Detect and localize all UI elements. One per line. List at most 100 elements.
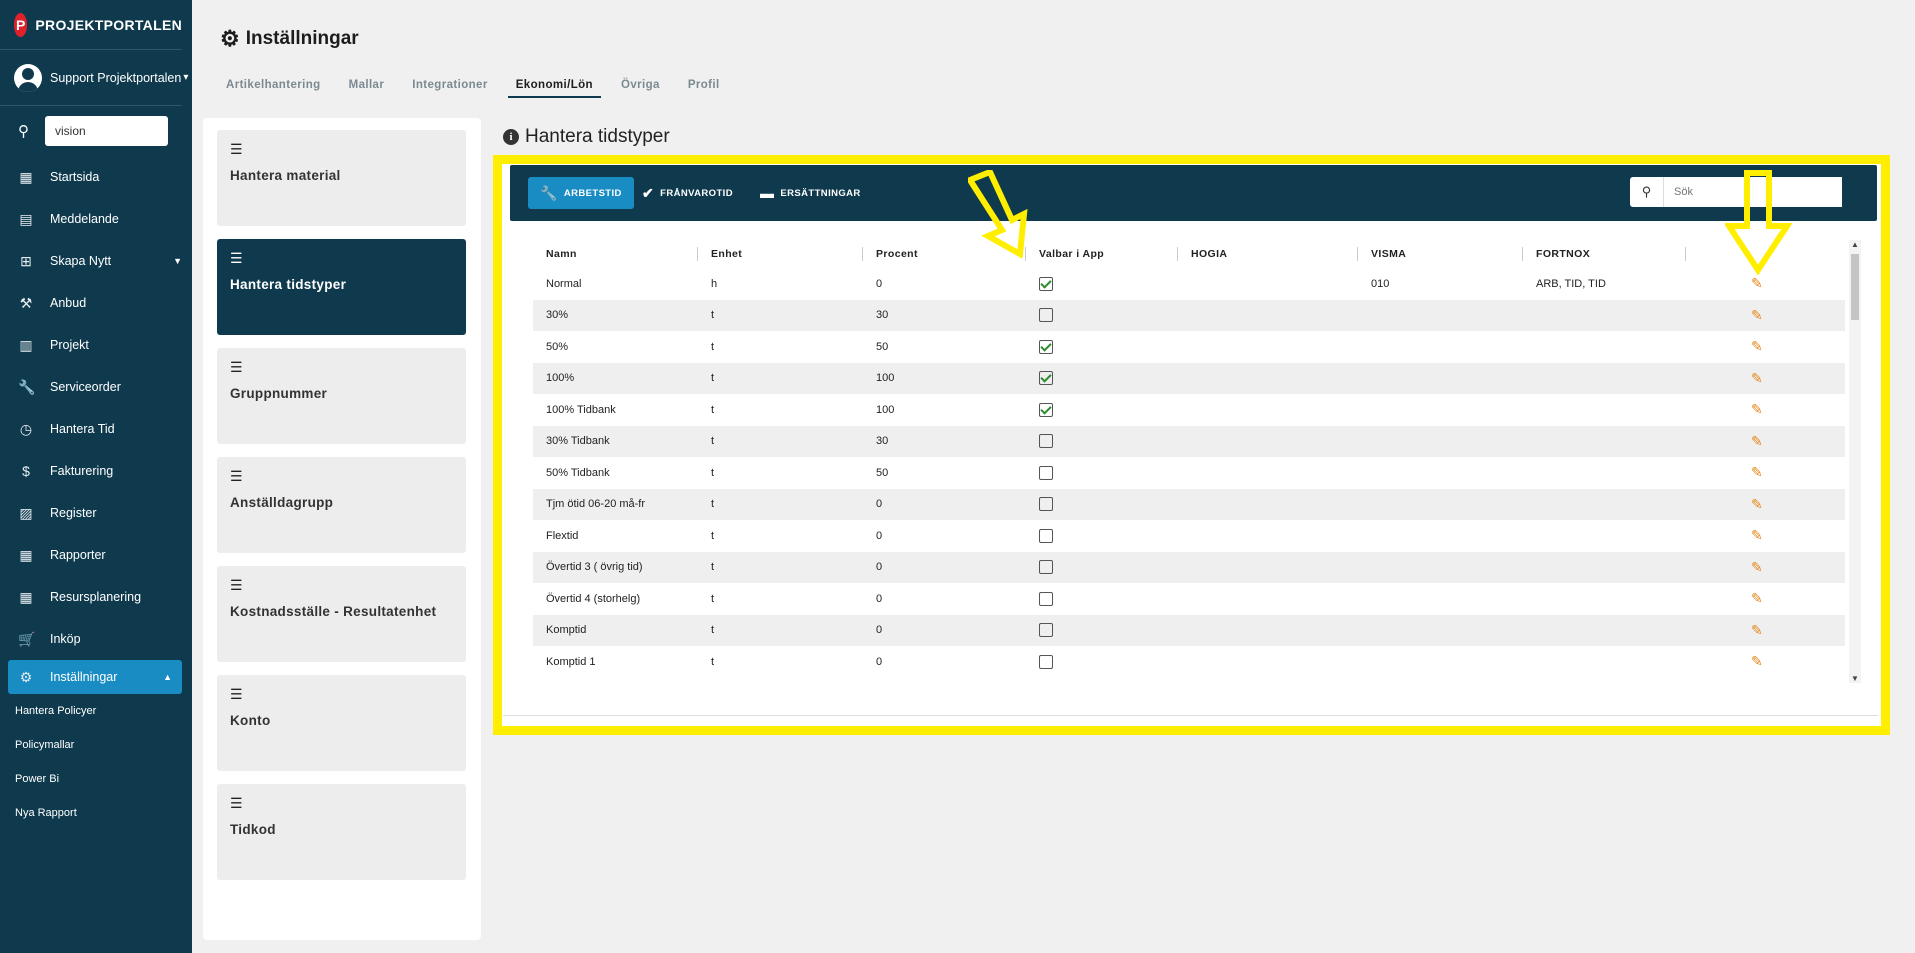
scroll-down-icon[interactable]: ▼ (1851, 674, 1859, 683)
sidebar-item-11[interactable]: 🛒 Inköp (0, 618, 192, 660)
valbar-checkbox[interactable] (1039, 623, 1053, 638)
arbetstid-button[interactable]: 🔧 ARBETSTID (528, 177, 634, 209)
pencil-icon[interactable]: ✎ (1751, 433, 1763, 449)
cell-unit: t (711, 655, 715, 668)
sidebar-item-label: Resursplanering (50, 590, 142, 604)
valbar-checkbox[interactable] (1039, 560, 1053, 575)
column-header-4[interactable]: HOGIA (1178, 240, 1358, 268)
pencil-icon[interactable]: ✎ (1751, 307, 1763, 323)
cell-unit: t (711, 592, 715, 605)
tab-3[interactable]: Ekonomi/Lön (507, 76, 601, 98)
cell-percent: 0 (863, 488, 1026, 520)
cell-valbar (1026, 488, 1178, 520)
sidebar-subitem-3[interactable]: Nya Rapport (0, 796, 192, 830)
valbar-checkbox[interactable] (1039, 339, 1053, 354)
sidebar-search-input[interactable] (45, 116, 168, 146)
sidebar-subitem-0[interactable]: Hantera Policyer (0, 694, 192, 728)
column-header-3[interactable]: Valbar i App (1026, 240, 1178, 268)
cell-fortnox (1523, 362, 1686, 394)
sidebar-item-9[interactable]: ▦ Rapporter (0, 534, 192, 576)
pencil-icon[interactable]: ✎ (1751, 464, 1763, 480)
column-header-5[interactable]: VISMA (1358, 240, 1523, 268)
pencil-icon[interactable]: ✎ (1751, 653, 1763, 669)
settings-card-4[interactable]: ☰ Kostnadsställe - Resultatenhet (217, 566, 466, 662)
sidebar-item-5[interactable]: 🔧 Serviceorder (0, 366, 192, 408)
valbar-checkbox[interactable] (1039, 308, 1053, 323)
cell-percent: 100 (863, 362, 1026, 394)
sidebar-item-label: Serviceorder (50, 380, 121, 394)
pencil-icon[interactable]: ✎ (1751, 496, 1763, 512)
sidebar-item-8[interactable]: ▨ Register (0, 492, 192, 534)
scroll-thumb[interactable] (1851, 254, 1859, 320)
column-header-1[interactable]: Enhet (698, 240, 863, 268)
settings-card-0[interactable]: ☰ Hantera material (217, 130, 466, 226)
sidebar-item-10[interactable]: ▦ Resursplanering (0, 576, 192, 618)
sidebar-item-6[interactable]: ◷ Hantera Tid (0, 408, 192, 450)
sidebar-item-4[interactable]: ▥ Projekt (0, 324, 192, 366)
column-header-label: HOGIA (1191, 248, 1228, 260)
sidebar-item-3[interactable]: ⚒ Anbud (0, 282, 192, 324)
cart-icon: 🛒 (18, 630, 36, 647)
settings-card-2[interactable]: ☰ Gruppnummer (217, 348, 466, 444)
sidebar-item-12[interactable]: ⚙ Inställningar ▲ (8, 660, 182, 694)
cell-edit: ✎ (1686, 520, 1845, 552)
pencil-icon[interactable]: ✎ (1751, 338, 1763, 354)
tab-0[interactable]: Artikelhantering (218, 76, 329, 98)
sidebar-item-7[interactable]: $ Fakturering (0, 450, 192, 492)
sidebar-subitem-2[interactable]: Power Bi (0, 762, 192, 796)
franvarotid-button[interactable]: ✔ FRÅNVAROTID (642, 177, 733, 209)
valbar-checkbox[interactable] (1039, 497, 1053, 512)
column-header-0[interactable]: Namn (533, 240, 698, 268)
settings-card-label: Anställdagrupp (230, 495, 334, 510)
pencil-icon[interactable]: ✎ (1751, 275, 1763, 291)
scroll-up-icon[interactable]: ▲ (1851, 240, 1859, 249)
pencil-icon[interactable]: ✎ (1751, 590, 1763, 606)
valbar-checkbox[interactable] (1039, 591, 1053, 606)
valbar-checkbox[interactable] (1039, 654, 1053, 669)
cell-fortnox (1523, 488, 1686, 520)
sidebar-subitem-1[interactable]: Policymallar (0, 728, 192, 762)
info-icon[interactable]: i (503, 129, 519, 145)
valbar-checkbox[interactable] (1039, 434, 1053, 449)
cell-percent: 30 (863, 425, 1026, 457)
pencil-icon[interactable]: ✎ (1751, 622, 1763, 638)
tab-2[interactable]: Integrationer (404, 76, 496, 98)
pencil-icon[interactable]: ✎ (1751, 370, 1763, 386)
sidebar-item-label: Anbud (50, 296, 87, 310)
pencil-icon[interactable]: ✎ (1751, 559, 1763, 575)
ersattningar-button[interactable]: ▬ ERSÄTTNINGAR (760, 177, 861, 209)
cell-fortnox (1523, 583, 1686, 615)
sidebar-item-1[interactable]: ▤ Meddelande (0, 198, 192, 240)
settings-card-6[interactable]: ☰ Tidkod (217, 784, 466, 880)
brand[interactable]: P PROJEKTPORTALEN (0, 0, 182, 50)
cell-hogia (1178, 520, 1358, 552)
cell-valbar (1026, 646, 1178, 678)
valbar-checkbox[interactable] (1039, 465, 1053, 480)
cell-hogia (1178, 457, 1358, 489)
table-scrollbar[interactable]: ▲ ▼ (1849, 240, 1861, 683)
sidebar-item-0[interactable]: ▦ Startsida (0, 156, 192, 198)
column-header-6[interactable]: FORTNOX (1523, 240, 1686, 268)
valbar-checkbox[interactable] (1039, 402, 1053, 417)
settings-card-3[interactable]: ☰ Anställdagrupp (217, 457, 466, 553)
cell-valbar (1026, 299, 1178, 331)
gavel-icon: ⚒ (19, 294, 33, 311)
sidebar-item-2[interactable]: ⊞ Skapa Nytt ▼ (0, 240, 192, 282)
pencil-icon[interactable]: ✎ (1751, 401, 1763, 417)
cell-visma (1358, 457, 1523, 489)
list-icon: ☰ (230, 577, 243, 593)
tab-5[interactable]: Profil (680, 76, 728, 98)
tab-4[interactable]: Övriga (613, 76, 668, 98)
search-icon[interactable]: ⚲ (1630, 177, 1664, 207)
tab-1[interactable]: Mallar (341, 76, 393, 98)
valbar-checkbox[interactable] (1039, 276, 1053, 291)
table-row: Övertid 4 (storhelg) t 0 ✎ (533, 583, 1845, 615)
valbar-checkbox[interactable] (1039, 528, 1053, 543)
user-menu[interactable]: Support Projektportalen ▾ (0, 50, 188, 106)
dollar-icon: $ (22, 463, 30, 479)
settings-card-5[interactable]: ☰ Konto (217, 675, 466, 771)
settings-card-1[interactable]: ☰ Hantera tidstyper (217, 239, 466, 335)
pencil-icon[interactable]: ✎ (1751, 527, 1763, 543)
valbar-checkbox[interactable] (1039, 371, 1053, 386)
tidstyper-table: Namn Enhet Procent Valbar i App HOGIA VISMA FO… (533, 240, 1845, 678)
